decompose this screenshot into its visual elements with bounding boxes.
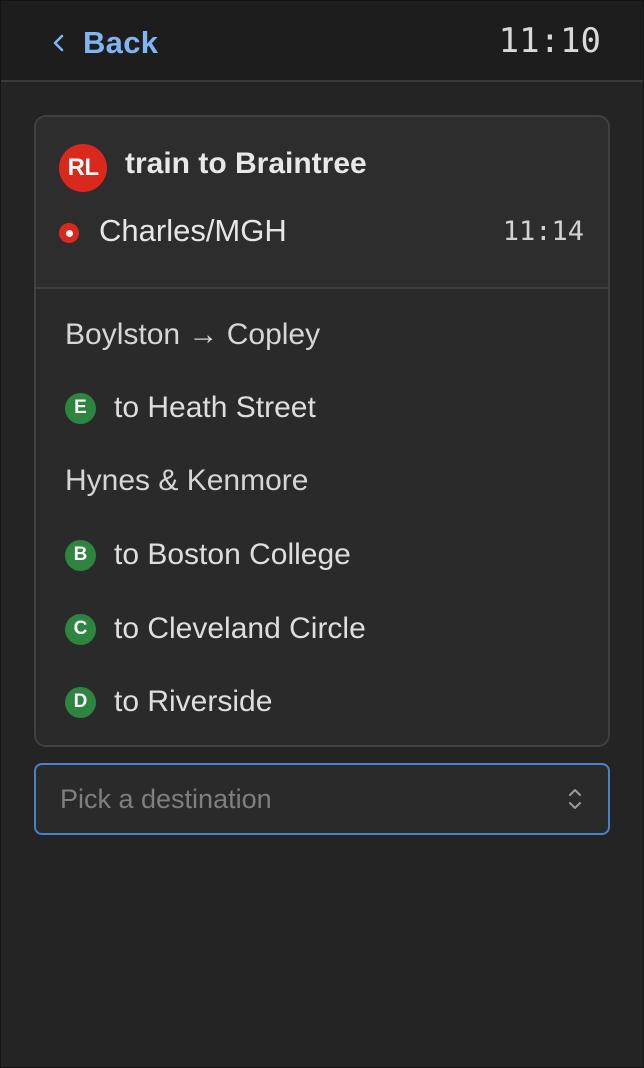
branch-destination: to Boston College (114, 538, 351, 571)
chevron-left-icon (45, 29, 73, 57)
app-screen: Back 11:10 RL train to Braintree Charles… (0, 0, 644, 1068)
branch-destination: to Cleveland Circle (114, 612, 366, 645)
destination-placeholder: Pick a destination (60, 784, 272, 814)
connection-group-label: Hynes & Kenmore (65, 464, 309, 497)
current-time: 11:10 (498, 21, 601, 61)
trip-title: train to Braintree (125, 147, 367, 180)
list-item[interactable]: E to Heath Street (65, 386, 316, 430)
branch-badge: B (65, 539, 96, 571)
branch-badge: C (65, 613, 96, 645)
list-item[interactable]: B to Boston College (65, 533, 351, 577)
back-button[interactable]: Back (45, 23, 158, 63)
branch-badge: D (65, 686, 96, 718)
stop-arrival-time: 11:14 (502, 216, 584, 247)
connection-group-label: Boylston → Copley (65, 318, 321, 351)
connections-list: Boylston → Copley E to Heath Street Hyne… (36, 287, 608, 745)
chevron-up-down-icon (566, 785, 584, 813)
top-bar: Back 11:10 (1, 1, 643, 82)
trip-card: RL train to Braintree Charles/MGH 11:14 … (34, 115, 610, 747)
route-badge: RL (59, 144, 107, 192)
list-item[interactable]: C to Cleveland Circle (65, 607, 366, 651)
trip-header[interactable]: RL train to Braintree Charles/MGH 11:14 (36, 117, 608, 287)
branch-badge: E (65, 392, 96, 424)
list-item[interactable]: Boylston → Copley (65, 313, 320, 357)
branch-destination: to Heath Street (114, 391, 316, 424)
stop-name: Charles/MGH (99, 213, 287, 248)
stop-marker-icon (59, 223, 79, 243)
list-item[interactable]: Hynes & Kenmore (65, 459, 308, 503)
branch-destination: to Riverside (114, 685, 273, 718)
destination-select[interactable]: Pick a destination (34, 763, 610, 835)
list-item[interactable]: D to Riverside (65, 680, 272, 724)
back-label: Back (83, 25, 159, 60)
